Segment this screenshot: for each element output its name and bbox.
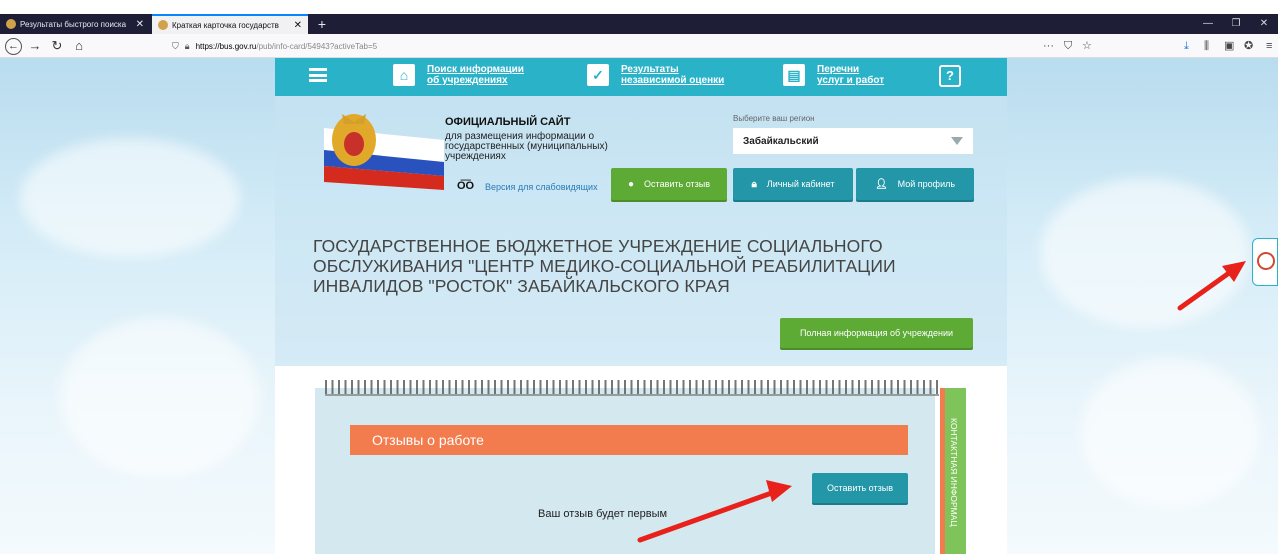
- site-subtitle: для размещения информации о государствен…: [445, 131, 608, 162]
- empty-reviews-message: Ваш отзыв будет первым: [538, 508, 668, 520]
- bookmark-star-icon[interactable]: ☆: [1082, 37, 1092, 55]
- menu-item-label: Поиск информации: [427, 64, 524, 75]
- personal-cabinet-button[interactable]: 🔒︎ Личный кабинет: [733, 168, 853, 200]
- button-label: Полная информация об учреждении: [799, 328, 954, 338]
- user-icon: 👤︎: [874, 178, 888, 190]
- browser-tab-bar: Результаты быстрого поиска ✕ Краткая кар…: [0, 14, 1278, 34]
- address-bar[interactable]: ⛉ 🔒︎ https://bus.gov.ru/pub/info-card/54…: [172, 37, 1102, 55]
- menu-item-search-institutions[interactable]: ⌂ Поиск информации об учреждениях: [393, 64, 524, 86]
- tracking-shield-icon[interactable]: ⛉: [172, 41, 179, 52]
- institution-icon: ⌂: [393, 64, 415, 86]
- pocket-icon[interactable]: ⛉: [1064, 37, 1072, 55]
- back-icon[interactable]: ←: [5, 38, 22, 55]
- extension-icon[interactable]: ✪: [1244, 37, 1253, 55]
- site-title: ОФИЦИАЛЬНЫЙ САЙТ: [445, 116, 571, 128]
- sidebar-icon[interactable]: ▣: [1224, 37, 1234, 55]
- menu-item-services-list[interactable]: ▤ Перечни услуг и работ: [783, 64, 884, 86]
- close-tab-icon[interactable]: ✕: [136, 19, 144, 30]
- lock-icon[interactable]: 🔒︎: [185, 41, 190, 52]
- full-info-button[interactable]: Полная информация об учреждении: [780, 318, 973, 348]
- check-icon: ✓: [587, 64, 609, 86]
- lock-icon: 🔒︎: [751, 178, 757, 190]
- main-content: ⌂ Поиск информации об учреждениях ✓ Резул…: [275, 58, 1007, 554]
- browser-nav-bar: ← → ↻ ⌂ ⛉ 🔒︎ https://bus.gov.ru/pub/info…: [0, 34, 1278, 58]
- reload-icon[interactable]: ↻: [48, 37, 66, 55]
- feedback-widget-icon: [1257, 252, 1275, 270]
- emblem-favicon-icon: [6, 19, 16, 29]
- page-background: ⌂ Поиск информации об учреждениях ✓ Резул…: [0, 58, 1278, 554]
- spiral-binding: [325, 380, 939, 396]
- notebook-panel: [315, 388, 935, 554]
- glasses-icon[interactable]: O͞O: [457, 180, 474, 192]
- menu-item-label: Перечни: [817, 64, 860, 75]
- emblem-favicon-icon: [158, 20, 168, 30]
- menu-icon[interactable]: ≡: [1266, 37, 1272, 55]
- close-window-icon[interactable]: ✕: [1250, 14, 1278, 34]
- contact-info-tab[interactable]: КОНТАКТНАЯ ИНФОРМАЦ: [940, 388, 966, 554]
- dropdown-arrow-icon: [951, 137, 963, 145]
- leave-review-button[interactable]: Оставить отзыв: [812, 473, 908, 503]
- site-header: ОФИЦИАЛЬНЫЙ САЙТ для размещения информац…: [275, 96, 1007, 366]
- button-label: Мой профиль: [897, 179, 956, 189]
- download-icon[interactable]: ⤓: [1184, 37, 1189, 55]
- menu-item-label: Результаты: [621, 64, 679, 75]
- new-tab-button[interactable]: +: [312, 14, 332, 34]
- url-path: /pub/info-card/54943?activeTab=5: [256, 41, 378, 51]
- home-icon[interactable]: ⌂: [70, 37, 88, 55]
- hamburger-menu-icon[interactable]: [309, 68, 327, 82]
- button-label: Личный кабинет: [766, 179, 835, 189]
- close-tab-icon[interactable]: ✕: [294, 20, 302, 31]
- minimize-icon[interactable]: —: [1194, 14, 1222, 34]
- tab-title: Краткая карточка государств: [172, 20, 279, 30]
- menu-item-label: услуг и работ: [817, 75, 885, 86]
- restore-icon[interactable]: ❐: [1222, 14, 1250, 34]
- help-icon[interactable]: ?: [939, 65, 961, 87]
- menu-item-independent-assessment[interactable]: ✓ Результаты независимой оценки: [587, 64, 724, 86]
- reviews-heading: Отзывы о работе: [350, 425, 908, 455]
- forward-icon[interactable]: →: [26, 37, 44, 55]
- my-profile-button[interactable]: 👤︎ Мой профиль: [856, 168, 974, 200]
- organization-name: ГОСУДАРСТВЕННОЕ БЮДЖЕТНОЕ УЧРЕЖДЕНИЕ СОЦ…: [313, 236, 896, 296]
- library-icon[interactable]: ⫼: [1204, 37, 1209, 55]
- top-menu: ⌂ Поиск информации об учреждениях ✓ Резул…: [275, 58, 1007, 96]
- menu-item-label: об учреждениях: [427, 75, 508, 86]
- more-icon[interactable]: ···: [1043, 37, 1054, 55]
- menu-item-label: независимой оценки: [621, 75, 725, 86]
- browser-tab-search-results[interactable]: Результаты быстрого поиска ✕: [0, 14, 150, 34]
- url-host: https://bus.gov.ru: [195, 41, 257, 51]
- emblem-flag-logo: [324, 114, 444, 190]
- region-label: Выберите ваш регион: [733, 114, 815, 123]
- button-label: Оставить отзыв: [827, 483, 893, 493]
- region-value: Забайкальский: [743, 135, 819, 147]
- low-vision-link[interactable]: Версия для слабовидящих: [485, 182, 598, 192]
- side-tab-label: КОНТАКТНАЯ ИНФОРМАЦ: [949, 418, 959, 527]
- browser-tab-info-card[interactable]: Краткая карточка государств ✕: [152, 14, 308, 34]
- button-label: Оставить отзыв: [644, 179, 710, 189]
- speech-bubble-icon: ●: [628, 178, 635, 190]
- top-strip: [0, 0, 1278, 14]
- region-select[interactable]: Забайкальский: [733, 128, 973, 154]
- tab-title: Результаты быстрого поиска: [20, 19, 127, 29]
- header-leave-review-button[interactable]: ● Оставить отзыв: [611, 168, 727, 200]
- feedback-widget[interactable]: [1252, 238, 1278, 286]
- briefcase-icon: ▤: [783, 64, 805, 86]
